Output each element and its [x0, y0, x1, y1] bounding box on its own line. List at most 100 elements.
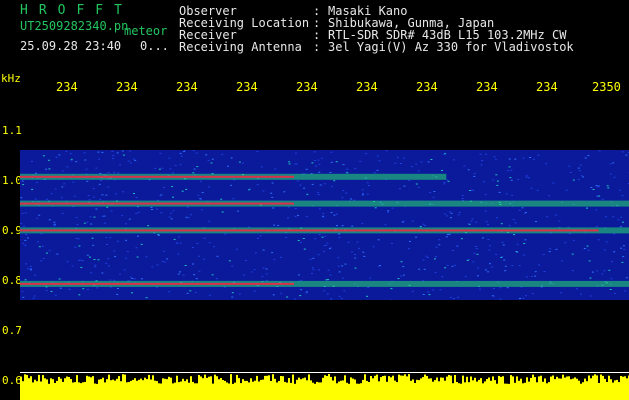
x-tick-label: 234: [56, 80, 78, 94]
noise-pixel: [330, 212, 333, 213]
amplitude-sample: [46, 379, 48, 400]
noise-pixel: [78, 294, 81, 296]
date-time-label: 25.09.28 23:40: [20, 39, 122, 53]
noise-pixel: [499, 287, 502, 289]
noise-pixel: [32, 297, 35, 299]
amplitude-sample: [138, 379, 140, 400]
amplitude-sample: [522, 383, 524, 400]
noise-pixel: [484, 194, 487, 196]
antenna-value: 3el Yagi(V) Az 330 for Vladivostok: [328, 40, 574, 54]
noise-pixel: [505, 193, 508, 195]
noise-pixel: [504, 265, 507, 267]
noise-pixel: [45, 198, 48, 200]
noise-pixel: [622, 256, 625, 258]
noise-pixel: [446, 215, 449, 217]
noise-pixel: [351, 225, 354, 227]
noise-pixel: [423, 268, 426, 270]
noise-pixel: [444, 267, 447, 269]
noise-pixel: [580, 175, 583, 177]
noise-pixel: [318, 163, 321, 165]
noise-pixel: [232, 198, 235, 200]
noise-pixel: [317, 194, 320, 195]
noise-pixel: [137, 235, 139, 237]
noise-pixel: [107, 186, 110, 188]
amplitude-sample: [70, 379, 72, 400]
amplitude-sample: [88, 376, 90, 400]
noise-pixel: [499, 298, 502, 300]
amplitude-sample: [244, 380, 246, 400]
noise-pixel: [154, 167, 157, 169]
noise-pixel: [408, 180, 411, 181]
noise-pixel: [373, 172, 376, 174]
noise-pixel: [378, 265, 381, 267]
noise-pixel: [461, 198, 464, 199]
amplitude-sample: [470, 376, 472, 400]
amplitude-sample: [334, 376, 336, 400]
amplitude-sample: [584, 378, 586, 400]
noise-pixel: [254, 252, 257, 254]
noise-pixel: [303, 248, 306, 250]
amplitude-sample: [560, 378, 562, 400]
x-tick-label: 234: [416, 80, 438, 94]
noise-pixel: [338, 295, 341, 297]
amplitude-sample: [444, 380, 446, 400]
noise-pixel: [484, 269, 487, 271]
amplitude-sample: [292, 374, 294, 400]
noise-pixel: [133, 193, 135, 194]
noise-pixel: [385, 150, 388, 152]
noise-pixel: [321, 236, 324, 238]
noise-pixel: [86, 254, 89, 256]
amplitude-sample: [506, 383, 508, 400]
noise-pixel: [94, 266, 97, 268]
noise-pixel: [345, 192, 348, 194]
noise-pixel: [58, 154, 61, 156]
noise-pixel: [271, 252, 274, 254]
amplitude-sample: [268, 375, 270, 400]
noise-pixel: [438, 244, 441, 246]
noise-pixel: [336, 225, 338, 227]
amplitude-sample: [100, 379, 102, 400]
amplitude-sample: [296, 379, 298, 400]
y-tick-label: 0.7: [2, 324, 22, 337]
noise-pixel: [82, 260, 84, 262]
amplitude-sample: [354, 379, 356, 400]
noise-pixel: [315, 165, 317, 167]
noise-pixel: [203, 237, 206, 239]
amplitude-sample: [410, 380, 412, 400]
amplitude-sample: [144, 377, 146, 400]
noise-pixel: [230, 157, 233, 159]
noise-pixel: [330, 298, 333, 300]
noise-pixel: [359, 160, 362, 162]
amplitude-sample: [274, 378, 276, 400]
amplitude-sample: [22, 381, 24, 400]
noise-pixel: [322, 212, 325, 214]
amplitude-sample: [82, 382, 84, 400]
amplitude-sample: [342, 380, 344, 400]
noise-pixel: [475, 221, 478, 223]
noise-pixel: [305, 292, 308, 294]
noise-pixel: [341, 197, 344, 199]
noise-pixel: [230, 184, 233, 186]
amplitude-sample: [142, 380, 144, 400]
spectrogram-waterfall[interactable]: [20, 150, 629, 300]
amplitude-sample: [94, 383, 96, 400]
noise-pixel: [610, 278, 613, 280]
noise-pixel: [250, 271, 253, 273]
noise-pixel: [90, 272, 93, 274]
amplitude-sample: [458, 383, 460, 400]
amplitude-sample: [350, 377, 352, 400]
amplitude-sample: [124, 374, 126, 400]
noise-pixel: [30, 160, 33, 162]
noise-pixel: [193, 274, 196, 276]
noise-pixel: [603, 249, 606, 251]
amplitude-sample: [48, 383, 50, 400]
noise-pixel: [297, 274, 300, 276]
noise-pixel: [401, 221, 404, 223]
noise-pixel: [280, 292, 283, 294]
noise-pixel: [445, 236, 448, 238]
noise-pixel: [54, 294, 57, 296]
noise-pixel: [534, 271, 537, 273]
noise-pixel: [77, 238, 80, 240]
noise-pixel: [361, 189, 364, 191]
noise-pixel: [312, 269, 315, 271]
